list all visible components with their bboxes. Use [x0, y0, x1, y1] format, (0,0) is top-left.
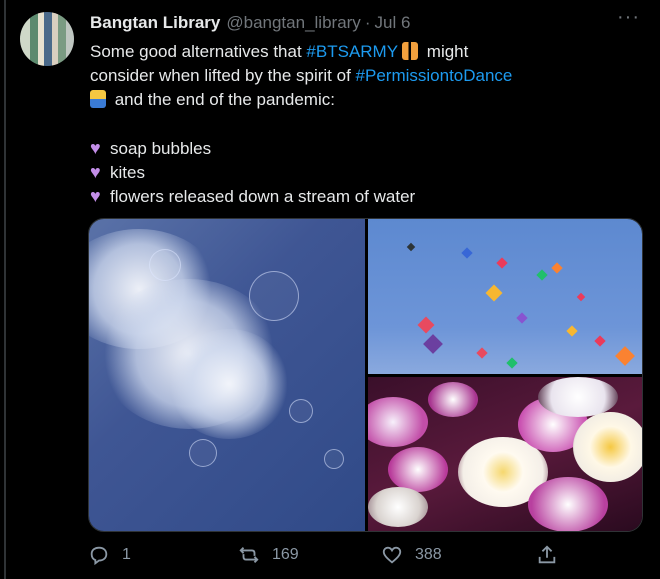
kite-shape — [406, 242, 416, 252]
retweet-count: 169 — [272, 546, 299, 563]
flower-petal — [428, 382, 478, 417]
user-handle[interactable]: @bangtan_library — [226, 13, 360, 33]
tweet-actions: 1 169 388 — [88, 540, 641, 570]
bubble-shape — [149, 249, 181, 281]
reply-icon — [90, 546, 108, 566]
bubble-shape — [289, 399, 313, 423]
list-item-text: kites — [110, 163, 145, 182]
retweet-icon — [239, 547, 259, 563]
hashtag-permissiontodance[interactable]: #PermissiontoDance — [356, 66, 513, 85]
reply-count: 1 — [122, 546, 131, 563]
tweet-text-segment: might — [422, 42, 469, 61]
kite-shape — [461, 247, 473, 259]
flower-petal — [368, 397, 428, 447]
cloud-shape — [169, 329, 289, 439]
like-heart-icon — [382, 546, 402, 564]
tweet-line: and the end of the pandemic: — [90, 88, 640, 112]
kite-shape — [536, 269, 548, 281]
avatar[interactable] — [20, 12, 74, 66]
kite-shape — [594, 335, 606, 347]
list-item-text: soap bubbles — [110, 139, 212, 158]
bubble-shape — [324, 449, 344, 469]
tweet-text-segment: Some good alternatives that — [90, 42, 307, 61]
dancer-emoji-icon — [90, 90, 106, 108]
kite-shape — [485, 284, 503, 302]
tweet-text: Some good alternatives that #BTSARMY mig… — [90, 40, 640, 208]
photo-flowers[interactable] — [368, 377, 642, 531]
list-item: ♥ kites — [90, 160, 640, 184]
tweet-line: consider when lifted by the spirit of #P… — [90, 64, 640, 88]
retweet-button[interactable]: 169 — [238, 540, 299, 570]
kite-shape — [506, 357, 518, 369]
kite-shape — [423, 334, 443, 354]
purple-heart-icon: ♥ — [90, 138, 101, 158]
bubble-shape — [249, 271, 299, 321]
kite-shape — [496, 257, 508, 269]
tweet-header: Bangtan Library @bangtan_library · Jul 6… — [90, 6, 640, 36]
hashtag-btsarmy[interactable]: #BTSARMY — [306, 42, 398, 61]
tweet-text-segment: and the end of the pandemic: — [110, 90, 335, 109]
kite-shape — [566, 325, 578, 337]
more-options-icon[interactable]: ··· — [617, 6, 640, 29]
flower-petal — [528, 477, 608, 531]
like-count: 388 — [415, 546, 442, 563]
kite-shape — [516, 312, 528, 324]
flower-petal — [368, 487, 428, 527]
share-button[interactable] — [536, 540, 570, 570]
flower-petal — [388, 447, 448, 492]
display-name[interactable]: Bangtan Library — [90, 13, 220, 33]
kite-shape — [615, 346, 635, 366]
tweet-text-segment: consider when lifted by the spirit of — [90, 66, 356, 85]
thread-line — [4, 0, 6, 579]
flower-petal — [573, 412, 642, 482]
emoji-icon — [402, 42, 419, 60]
purple-heart-icon: ♥ — [90, 162, 101, 182]
list-item-text: flowers released down a stream of water — [110, 187, 416, 206]
kite-shape — [417, 316, 435, 334]
like-button[interactable]: 388 — [381, 540, 442, 570]
photo-soap-bubbles[interactable] — [89, 219, 365, 531]
list-item: ♥ flowers released down a stream of water — [90, 184, 640, 208]
separator: · — [364, 13, 371, 32]
tweet-date[interactable]: Jul 6 — [374, 13, 410, 33]
media-grid — [88, 218, 643, 532]
flower-petal — [538, 377, 618, 417]
tweet-line: Some good alternatives that #BTSARMY mig… — [90, 40, 640, 64]
kite-shape — [551, 262, 563, 274]
purple-heart-icon: ♥ — [90, 186, 101, 206]
kite-shape — [476, 347, 488, 359]
share-icon — [538, 545, 556, 564]
list-item: ♥ soap bubbles — [90, 136, 640, 160]
kite-shape — [576, 292, 586, 302]
bubble-shape — [189, 439, 217, 467]
reply-button[interactable]: 1 — [88, 540, 131, 570]
photo-kites[interactable] — [368, 219, 642, 374]
